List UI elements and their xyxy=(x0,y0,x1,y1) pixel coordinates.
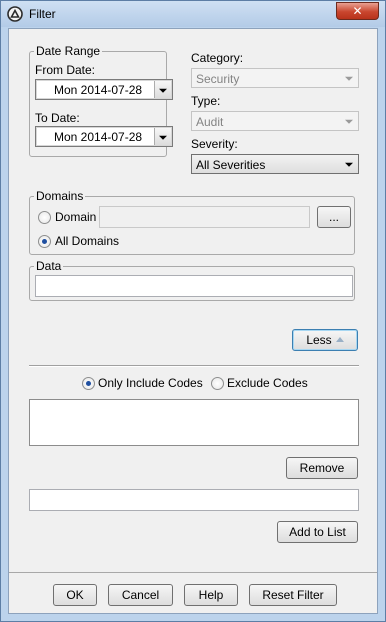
include-codes-radio[interactable] xyxy=(82,377,95,390)
dialog-client-area: Date Range From Date: Mon 2014-07-28 To … xyxy=(8,28,378,614)
reset-filter-button[interactable]: Reset Filter xyxy=(249,584,337,606)
code-input[interactable] xyxy=(29,489,359,511)
close-button[interactable]: ✕ xyxy=(336,2,379,20)
domains-legend: Domains xyxy=(36,189,84,203)
chevron-down-icon xyxy=(159,135,167,140)
filter-dialog: Filter ✕ Date Range From Date: Mon 2014-… xyxy=(0,0,386,622)
ok-button[interactable]: OK xyxy=(53,584,97,606)
chevron-down-icon xyxy=(345,119,353,124)
type-select[interactable]: Audit xyxy=(191,111,359,131)
help-button-label: Help xyxy=(198,588,224,602)
add-to-list-label: Add to List xyxy=(289,525,346,539)
from-date-label: From Date: xyxy=(35,63,96,77)
chevron-down-icon xyxy=(345,162,353,167)
remove-button[interactable]: Remove xyxy=(286,457,358,479)
data-legend: Data xyxy=(36,259,62,273)
divider xyxy=(29,365,359,367)
reset-filter-label: Reset Filter xyxy=(262,588,324,602)
less-button-label: Less xyxy=(306,333,332,347)
add-to-list-button[interactable]: Add to List xyxy=(277,521,358,543)
browse-button-label: ... xyxy=(328,210,339,224)
exclude-codes-radio[interactable] xyxy=(211,377,224,390)
domain-radio-label[interactable]: Domain xyxy=(55,210,96,224)
date-range-legend: Date Range xyxy=(36,44,101,58)
window-title: Filter xyxy=(29,7,56,21)
close-icon: ✕ xyxy=(352,4,363,18)
chevron-up-icon xyxy=(335,337,344,342)
category-value: Security xyxy=(196,72,240,86)
cancel-button-label: Cancel xyxy=(121,588,160,602)
chevron-down-icon xyxy=(159,88,167,93)
domain-radio[interactable] xyxy=(38,211,51,224)
chevron-down-icon xyxy=(345,76,353,81)
from-date-dropdown-button[interactable] xyxy=(154,81,171,98)
category-select[interactable]: Security xyxy=(191,68,359,88)
filter-app-icon xyxy=(7,6,23,22)
from-date-value: Mon 2014-07-28 xyxy=(54,83,143,97)
from-date-picker[interactable]: Mon 2014-07-28 xyxy=(35,79,173,100)
type-label: Type: xyxy=(191,94,221,108)
to-date-picker[interactable]: Mon 2014-07-28 xyxy=(35,126,173,147)
data-input[interactable] xyxy=(35,275,353,297)
severity-select[interactable]: All Severities xyxy=(191,154,359,174)
to-date-value: Mon 2014-07-28 xyxy=(54,130,143,144)
type-value: Audit xyxy=(196,115,224,129)
severity-label: Severity: xyxy=(191,137,238,151)
less-button[interactable]: Less xyxy=(292,329,358,351)
remove-button-label: Remove xyxy=(299,461,345,475)
to-date-label: To Date: xyxy=(35,111,80,125)
dialog-footer: OK Cancel Help Reset Filter xyxy=(9,572,377,613)
title-bar[interactable]: Filter ✕ xyxy=(1,1,385,27)
severity-value: All Severities xyxy=(196,158,266,172)
category-label: Category: xyxy=(191,51,244,65)
exclude-codes-label[interactable]: Exclude Codes xyxy=(227,376,308,390)
codes-list[interactable] xyxy=(29,399,359,446)
cancel-button[interactable]: Cancel xyxy=(108,584,173,606)
domain-input[interactable] xyxy=(99,206,310,228)
browse-domains-button[interactable]: ... xyxy=(317,206,351,228)
to-date-dropdown-button[interactable] xyxy=(154,128,171,145)
help-button[interactable]: Help xyxy=(184,584,238,606)
all-domains-label[interactable]: All Domains xyxy=(55,234,119,248)
include-codes-label[interactable]: Only Include Codes xyxy=(98,376,203,390)
all-domains-radio[interactable] xyxy=(38,235,51,248)
ok-button-label: OK xyxy=(66,588,84,602)
